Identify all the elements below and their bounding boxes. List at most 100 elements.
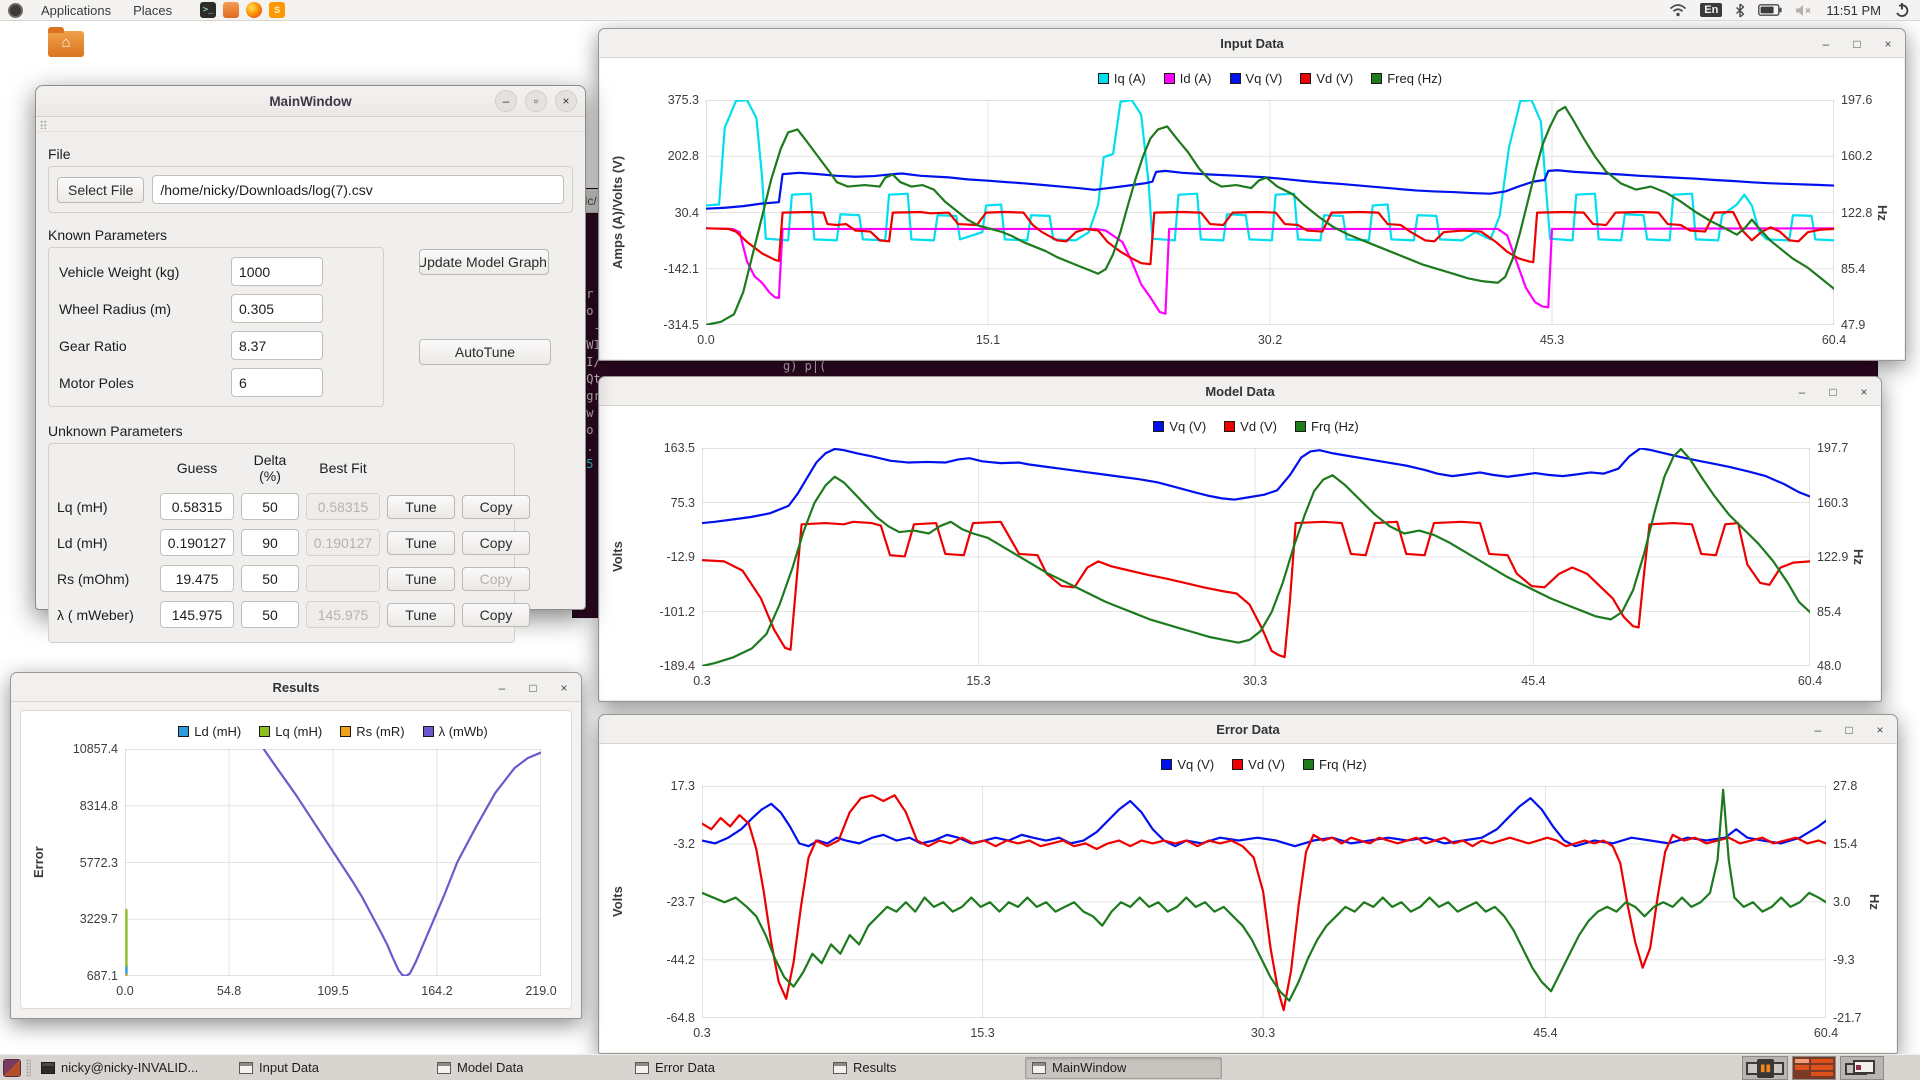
- close-icon[interactable]: ×: [1873, 723, 1887, 737]
- minimize-icon[interactable]: –: [495, 90, 517, 112]
- lq-mh-best-fit-field: [306, 493, 380, 520]
- maximize-icon[interactable]: □: [1850, 37, 1864, 51]
- mweber-delta-input[interactable]: [241, 601, 299, 628]
- rs-mohm-guess-input[interactable]: [160, 565, 234, 592]
- tick-label: 197.7: [1817, 441, 1848, 455]
- ld-mh-guess-input[interactable]: [160, 529, 234, 556]
- wheel-radius-m-input[interactable]: [231, 294, 323, 323]
- vehicle-weight-kg-input[interactable]: [231, 257, 323, 286]
- volume-muted-icon[interactable]: [1795, 4, 1813, 17]
- tick-label: 0.0: [116, 984, 133, 998]
- rs-mohm-delta-input[interactable]: [241, 565, 299, 592]
- taskbar-item-mainwindow[interactable]: MainWindow: [1025, 1057, 1222, 1079]
- lq-mh-delta-input[interactable]: [241, 493, 299, 520]
- minimize-icon[interactable]: –: [1819, 37, 1833, 51]
- model-data-titlebar[interactable]: Model Data – □ ×: [599, 377, 1881, 406]
- error-right-axis-title: Hz: [1867, 786, 1882, 1018]
- lq-mh-guess-input[interactable]: [160, 493, 234, 520]
- toolbar-handle[interactable]: [36, 117, 585, 132]
- maximize-icon[interactable]: ▫: [525, 90, 547, 112]
- window-list-applet[interactable]: ▮▮: [1742, 1056, 1788, 1080]
- tick-label: 30.3: [1243, 674, 1267, 688]
- legend-item: Frq (Hz): [1303, 757, 1367, 772]
- workspace-2-applet[interactable]: [1840, 1056, 1884, 1080]
- taskbar-item-input-data[interactable]: Input Data: [233, 1057, 430, 1079]
- distro-menu-icon[interactable]: [8, 3, 23, 18]
- legend-swatch-icon: [1303, 759, 1314, 770]
- close-icon[interactable]: ×: [1857, 385, 1871, 399]
- lq-mh-copy-button[interactable]: Copy: [462, 495, 530, 519]
- rs-mohm-copy-button[interactable]: Copy: [462, 567, 530, 591]
- main-window-titlebar[interactable]: MainWindow – ▫ ×: [36, 86, 585, 117]
- results-titlebar[interactable]: Results – □ ×: [11, 673, 581, 702]
- close-icon[interactable]: ×: [557, 681, 571, 695]
- tick-label: 10857.4: [73, 742, 118, 756]
- legend-label: Id (A): [1180, 71, 1212, 86]
- legend-item: Vq (V): [1230, 71, 1283, 86]
- ld-mh-tune-button[interactable]: Tune: [387, 531, 455, 555]
- tick-label: 15.4: [1833, 837, 1857, 851]
- window-icon: [239, 1062, 253, 1074]
- lq-mh-tune-button[interactable]: Tune: [387, 495, 455, 519]
- window-icon: [635, 1062, 649, 1074]
- files-icon[interactable]: [223, 2, 239, 18]
- close-icon[interactable]: ×: [1881, 37, 1895, 51]
- select-file-button[interactable]: Select File: [57, 177, 144, 203]
- close-icon[interactable]: ×: [555, 90, 577, 112]
- tick-label: 54.8: [217, 984, 241, 998]
- mweber-tune-button[interactable]: Tune: [387, 603, 455, 627]
- ld-mh-delta-input[interactable]: [241, 529, 299, 556]
- tick-label: 122.9: [1817, 550, 1848, 564]
- error-data-window: Error Data – □ × Vq (V)Vd (V)Frq (Hz)17.…: [598, 714, 1898, 1054]
- power-icon[interactable]: [1894, 2, 1910, 18]
- menu-applet-icon[interactable]: [3, 1059, 21, 1077]
- file-path-input[interactable]: [152, 175, 564, 204]
- known-parameters-label: Known Parameters: [48, 227, 573, 243]
- minimize-icon[interactable]: –: [495, 681, 509, 695]
- terminal-icon[interactable]: >_: [200, 2, 216, 18]
- motor-poles-input[interactable]: [231, 368, 323, 397]
- tick-label: 60.4: [1822, 333, 1846, 347]
- tick-label: -64.8: [667, 1011, 696, 1025]
- model-data-chart: Vq (V)Vd (V)Frq (Hz)163.575.3-12.9-101.2…: [600, 406, 1880, 700]
- taskbar-item-nicky-nicky-invalid[interactable]: nicky@nicky-INVALID...: [35, 1057, 232, 1079]
- minimize-icon[interactable]: –: [1795, 385, 1809, 399]
- error-data-titlebar[interactable]: Error Data – □ ×: [599, 715, 1897, 744]
- battery-icon[interactable]: [1758, 4, 1782, 16]
- maximize-icon[interactable]: □: [526, 681, 540, 695]
- delta-header: Delta (%): [241, 452, 299, 484]
- minimize-icon[interactable]: –: [1811, 723, 1825, 737]
- legend-swatch-icon: [340, 726, 351, 737]
- ld-mh-copy-button[interactable]: Copy: [462, 531, 530, 555]
- best-fit-header: Best Fit: [306, 460, 380, 476]
- gear-ratio-input[interactable]: [231, 331, 323, 360]
- clock[interactable]: 11:51 PM: [1826, 3, 1881, 18]
- legend-label: Freq (Hz): [1387, 71, 1442, 86]
- keyboard-layout-indicator[interactable]: En: [1700, 3, 1722, 17]
- model-chart-legend: Vq (V)Vd (V)Frq (Hz): [600, 419, 1880, 434]
- maximize-icon[interactable]: □: [1842, 723, 1856, 737]
- wifi-icon[interactable]: [1669, 3, 1687, 17]
- workspace-switcher-applet[interactable]: [1792, 1056, 1836, 1080]
- mweber-copy-button[interactable]: Copy: [462, 603, 530, 627]
- results-chart-legend: Ld (mH)Lq (mH)Rs (mR)λ (mWb): [21, 724, 571, 739]
- mweber-guess-input[interactable]: [160, 601, 234, 628]
- update-model-graph-button[interactable]: Update Model Graph: [419, 249, 549, 275]
- places-menu[interactable]: Places: [129, 3, 176, 18]
- taskbar-item-error-data[interactable]: Error Data: [629, 1057, 826, 1079]
- sublime-icon[interactable]: S: [269, 2, 285, 18]
- rs-mohm-tune-button[interactable]: Tune: [387, 567, 455, 591]
- input-left-axis-title: Amps (A)/Volts (V): [610, 100, 625, 325]
- home-desktop-icon[interactable]: ⌂: [46, 27, 86, 59]
- firefox-icon[interactable]: [246, 2, 262, 18]
- taskbar-item-model-data[interactable]: Model Data: [431, 1057, 628, 1079]
- maximize-icon[interactable]: □: [1826, 385, 1840, 399]
- tick-label: -12.9: [667, 550, 696, 564]
- bluetooth-icon[interactable]: [1735, 3, 1745, 18]
- taskbar-item-results[interactable]: Results: [827, 1057, 1024, 1079]
- model-data-window: Model Data – □ × Vq (V)Vd (V)Frq (Hz)163…: [598, 376, 1882, 702]
- model-series-vd-v: [702, 522, 1810, 657]
- input-data-titlebar[interactable]: Input Data – □ ×: [599, 29, 1905, 58]
- applications-menu[interactable]: Applications: [37, 3, 115, 18]
- autotune-button[interactable]: AutoTune: [419, 339, 551, 365]
